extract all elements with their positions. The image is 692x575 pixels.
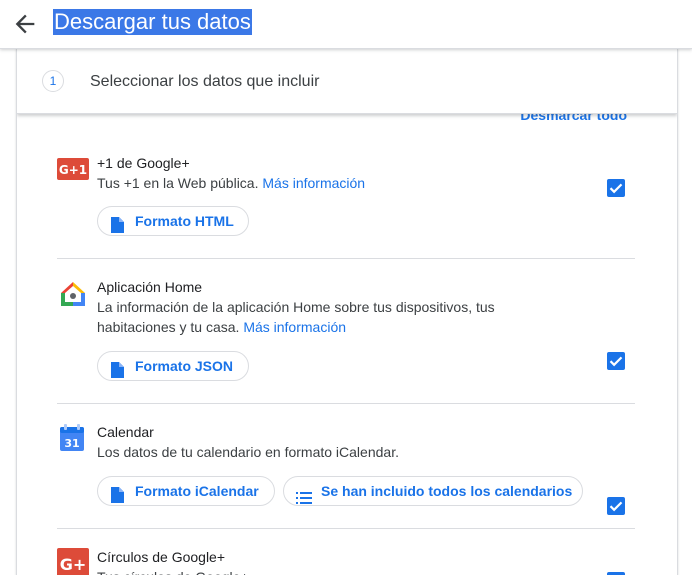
step-header[interactable]: 1 Seleccionar los datos que incluir — [17, 48, 677, 114]
svg-text:G+1: G+1 — [59, 163, 87, 177]
more-info-link[interactable]: Más información — [243, 319, 346, 335]
file-icon — [110, 214, 124, 242]
page-title: Descargar tus datos — [53, 9, 252, 35]
product-checkbox[interactable] — [607, 352, 625, 370]
product-calendar: 31 Calendar Los datos de tu calendario e… — [57, 424, 635, 525]
divider — [57, 258, 635, 259]
divider — [57, 528, 635, 529]
product-name: +1 de Google+ — [97, 155, 190, 171]
list-icon — [296, 485, 312, 513]
format-json-button[interactable]: Formato JSON — [97, 351, 249, 381]
calendars-included-button[interactable]: Se han incluido todos los calendarios — [283, 476, 583, 506]
format-label: Formato HTML — [135, 213, 234, 229]
product-description: Tus +1 en la Web pública. Más informació… — [97, 175, 366, 191]
product-google-plus-one: G+1 +1 de Google+ Tus +1 en la Web públi… — [57, 155, 635, 256]
step-title: Seleccionar los datos que incluir — [90, 73, 320, 90]
format-label: Formato JSON — [135, 358, 234, 374]
product-name: Aplicación Home — [97, 279, 203, 295]
google-home-icon — [59, 280, 87, 313]
svg-text:G+: G+ — [60, 555, 87, 574]
product-name: Calendar — [97, 424, 154, 440]
product-checkbox[interactable] — [607, 497, 625, 515]
product-checkbox[interactable] — [607, 179, 625, 197]
calendars-label: Se han incluido todos los calendarios — [321, 483, 573, 499]
product-description: Tus círculos de Google+ — [97, 567, 537, 575]
product-description: La información de la aplicación Home sob… — [97, 299, 495, 335]
takeout-panel: 1 Seleccionar los datos que incluir Desm… — [16, 48, 678, 575]
app-bar: Descargar tus datos — [0, 0, 692, 49]
product-description: Los datos de tu calendario en formato iC… — [97, 444, 399, 460]
calendar-icon: 31 — [59, 424, 85, 457]
file-icon — [110, 484, 124, 512]
file-icon — [110, 359, 124, 387]
format-label: Formato iCalendar — [135, 483, 259, 499]
product-name: Círculos de Google+ — [97, 549, 226, 565]
svg-text:31: 31 — [64, 437, 79, 450]
google-plus-icon: G+ — [57, 548, 89, 575]
product-google-plus-circles: G+ Círculos de Google+ Tus círculos de G… — [57, 548, 635, 575]
divider — [57, 403, 635, 404]
format-icalendar-button[interactable]: Formato iCalendar — [97, 476, 275, 506]
back-arrow-icon[interactable] — [11, 10, 39, 38]
more-info-link[interactable]: Más información — [262, 175, 365, 191]
google-plus-one-icon: G+1 — [57, 158, 89, 185]
product-google-home: Aplicación Home La información de la apl… — [57, 279, 635, 400]
format-html-button[interactable]: Formato HTML — [97, 206, 249, 236]
step-number: 1 — [42, 70, 64, 92]
